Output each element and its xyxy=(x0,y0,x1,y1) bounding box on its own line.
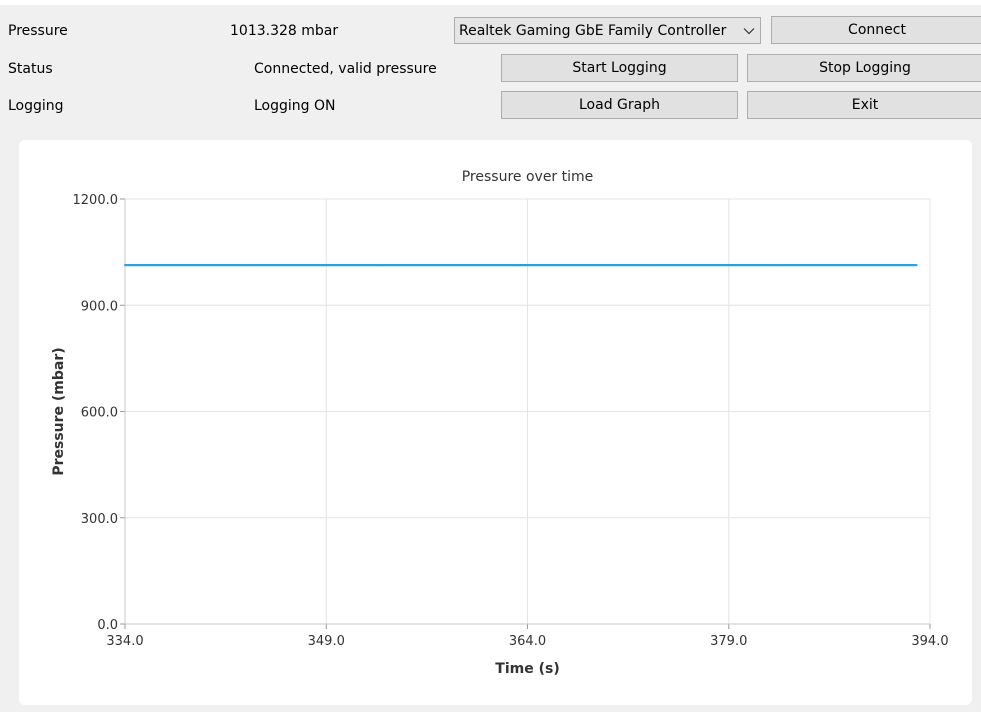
exit-button[interactable]: Exit xyxy=(747,91,981,119)
y-tick-label: 0.0 xyxy=(97,618,118,633)
x-axis-label: Time (s) xyxy=(495,661,559,677)
y-axis-label: Pressure (mbar) xyxy=(51,347,67,475)
data-point xyxy=(915,264,918,267)
chart-panel: 334.0 349.0 364.0 379.0 394.0 1200.0 900.0 600.… xyxy=(19,140,972,705)
logging-label: Logging xyxy=(8,98,64,114)
pressure-label: Pressure xyxy=(8,23,68,39)
chevron-down-icon[interactable] xyxy=(738,18,760,43)
pressure-chart: 334.0 349.0 364.0 379.0 394.0 1200.0 900.0 600.… xyxy=(51,169,949,677)
stop-logging-button[interactable]: Stop Logging xyxy=(747,54,981,82)
data-point xyxy=(378,264,381,267)
window-top-strip xyxy=(0,0,981,5)
y-tick-label: 1200.0 xyxy=(73,193,119,208)
x-tick-label: 379.0 xyxy=(710,634,747,649)
connect-button[interactable]: Connect xyxy=(771,16,981,44)
data-point xyxy=(781,264,784,267)
data-point xyxy=(244,264,247,267)
chart-title: Pressure over time xyxy=(462,169,594,185)
status-label: Status xyxy=(8,61,53,77)
logging-value: Logging ON xyxy=(254,98,336,114)
status-value: Connected, valid pressure xyxy=(254,61,437,77)
network-adapter-selected: Realtek Gaming GbE Family Controller xyxy=(459,22,727,39)
x-tick-label: 364.0 xyxy=(509,634,546,649)
start-logging-button[interactable]: Start Logging xyxy=(501,54,738,82)
load-graph-button[interactable]: Load Graph xyxy=(501,91,738,119)
pressure-value: 1013.328 mbar xyxy=(230,23,339,39)
x-tick-label: 334.0 xyxy=(106,634,143,649)
network-adapter-select[interactable]: Realtek Gaming GbE Family Controller xyxy=(454,17,761,44)
y-tick-label: 900.0 xyxy=(81,299,118,314)
data-point xyxy=(124,264,126,267)
data-point xyxy=(513,264,516,267)
y-tick-label: 600.0 xyxy=(81,406,118,421)
x-tick-label: 349.0 xyxy=(308,634,345,649)
x-tick-label: 394.0 xyxy=(911,634,948,649)
y-tick-label: 300.0 xyxy=(81,512,118,527)
data-point xyxy=(647,264,650,267)
